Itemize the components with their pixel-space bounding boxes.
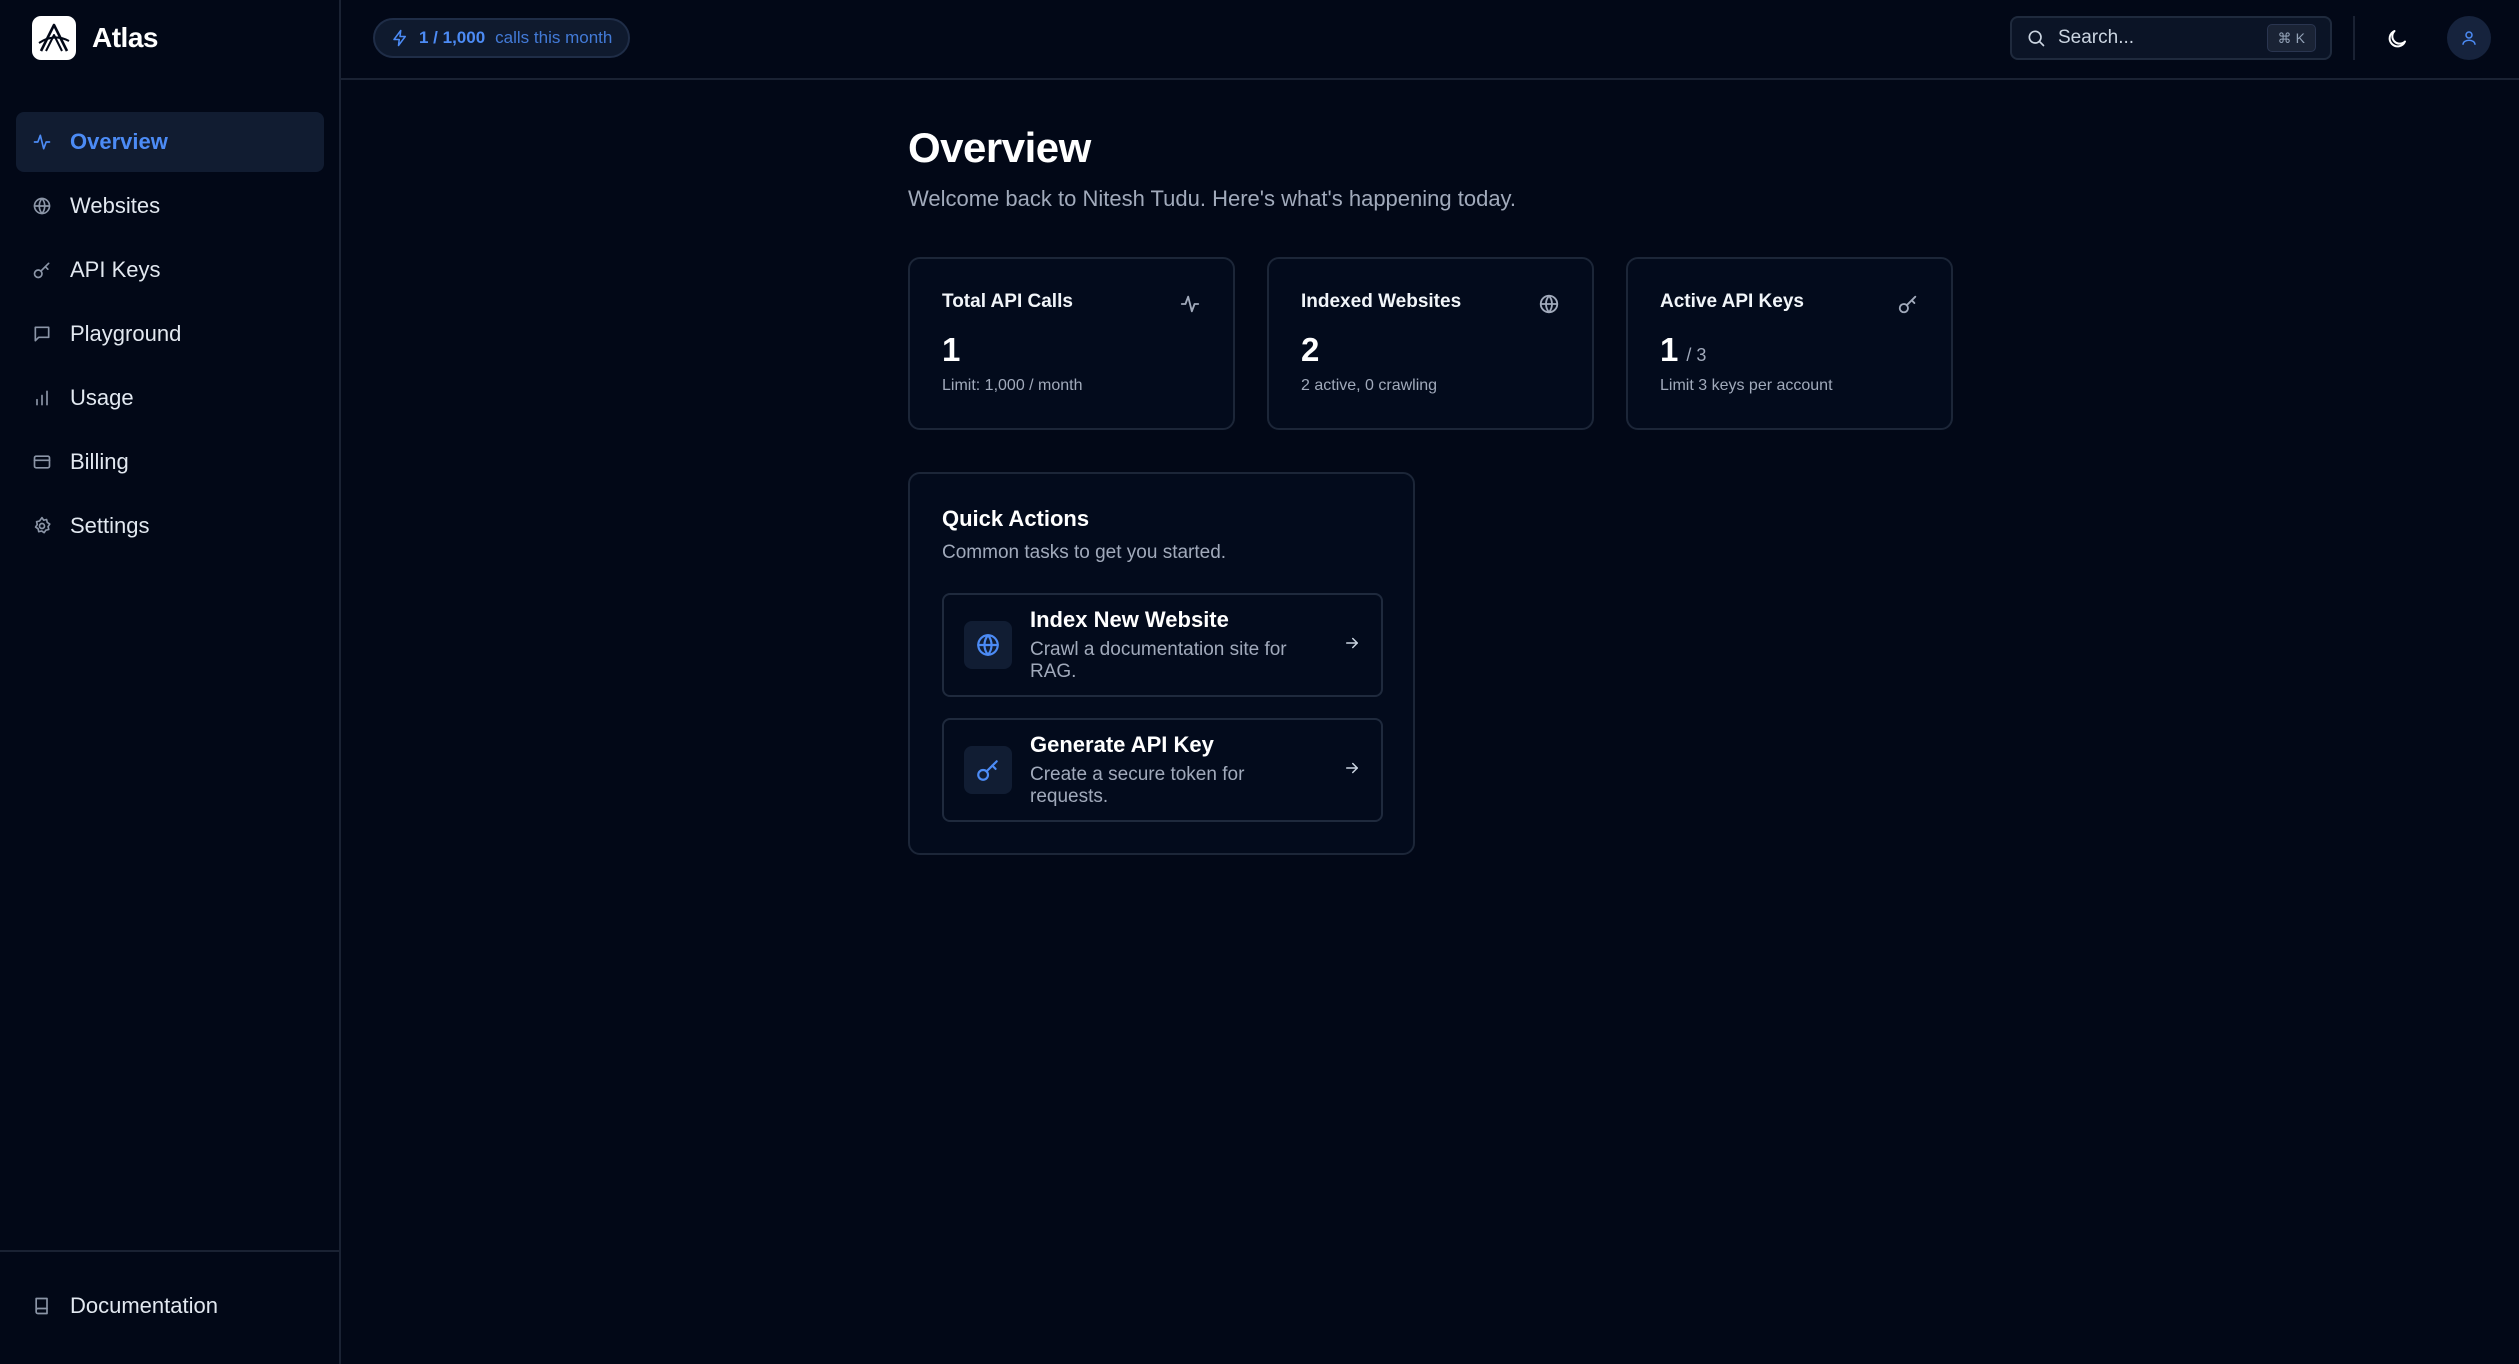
user-icon xyxy=(2462,31,2476,45)
sidebar-item-label: Usage xyxy=(70,385,134,410)
sidebar-nav: Overview Websites API Keys Playground Us… xyxy=(16,112,324,560)
sidebar-item-usage[interactable]: Usage xyxy=(16,368,324,428)
globe-icon xyxy=(1538,293,1560,315)
stat-title: Total API Calls xyxy=(942,291,1073,312)
index-new-website-button[interactable]: Index New Website Crawl a documentation … xyxy=(942,593,1383,697)
action-description: Crawl a documentation site for RAG. xyxy=(1030,639,1287,682)
message-square-icon xyxy=(32,324,52,344)
sidebar-item-api-keys[interactable]: API Keys xyxy=(16,240,324,300)
sidebar-item-label: API Keys xyxy=(70,257,161,282)
globe-icon xyxy=(32,196,52,216)
sidebar-item-documentation[interactable]: Documentation xyxy=(16,1276,324,1336)
k-key-label: K xyxy=(2295,30,2305,46)
stat-note: Limit: 1,000 / month xyxy=(942,377,1083,394)
activity-icon xyxy=(32,132,52,152)
quick-actions-subtitle: Common tasks to get you started. xyxy=(942,542,1227,563)
theme-toggle-button[interactable] xyxy=(2376,18,2418,60)
atlas-logo-icon xyxy=(32,16,76,60)
stat-number: 1 xyxy=(942,331,961,368)
lightning-icon xyxy=(393,29,406,47)
sidebar-item-label: Playground xyxy=(70,321,182,346)
app-root: Atlas Overview Websites API Keys Playgro… xyxy=(0,0,2519,1364)
stat-value: 1 / 3 xyxy=(1660,331,1919,369)
generate-api-key-button[interactable]: Generate API Key Create a secure token f… xyxy=(942,718,1383,822)
globe-icon xyxy=(964,621,1012,669)
sidebar-item-websites[interactable]: Websites xyxy=(16,176,324,236)
action-text: Index New Website Crawl a documentation … xyxy=(1030,607,1325,683)
action-title: Generate API Key xyxy=(1030,732,1214,757)
moon-icon xyxy=(2388,30,2406,48)
command-key-label: ⌘ xyxy=(2277,29,2292,46)
action-text: Generate API Key Create a secure token f… xyxy=(1030,732,1325,808)
stat-suffix: / 3 xyxy=(1686,345,1707,365)
stat-title: Indexed Websites xyxy=(1301,291,1462,312)
topbar-divider xyxy=(2353,16,2355,60)
stat-number: 2 xyxy=(1301,331,1320,368)
brand-name: Atlas xyxy=(92,22,158,53)
page-title: Overview xyxy=(908,124,1091,171)
sidebar-item-billing[interactable]: Billing xyxy=(16,432,324,492)
stat-title: Active API Keys xyxy=(1660,291,1804,312)
activity-icon xyxy=(1179,293,1201,315)
search-placeholder: Search... xyxy=(2058,27,2135,48)
stat-note: 2 active, 0 crawling xyxy=(1301,377,1438,394)
search-icon xyxy=(2028,30,2045,47)
main-content: Overview Welcome back to Nitesh Tudu. He… xyxy=(341,80,2519,1364)
key-icon xyxy=(964,746,1012,794)
action-description: Create a secure token for requests. xyxy=(1030,764,1245,807)
usage-badge[interactable]: 1 / 1,000 calls this month xyxy=(373,18,631,58)
stats-row: Total API Calls 1 Limit: 1,000 / month I… xyxy=(908,257,1953,430)
quick-actions-title: Quick Actions xyxy=(942,506,1090,531)
quick-actions-card: Quick Actions Common tasks to get you st… xyxy=(908,472,1415,855)
arrow-right-icon xyxy=(1343,634,1361,657)
topbar: 1 / 1,000 calls this month Search... ⌘ K xyxy=(341,0,2519,80)
stat-card-total-api-calls: Total API Calls 1 Limit: 1,000 / month xyxy=(908,257,1235,430)
brand[interactable]: Atlas xyxy=(32,16,158,60)
stat-number: 1 xyxy=(1660,331,1679,368)
usage-count: 1 / 1,000 xyxy=(419,28,486,47)
stat-value: 2 xyxy=(1301,331,1560,369)
sidebar-item-label: Settings xyxy=(70,513,150,538)
credit-card-icon xyxy=(32,452,52,472)
sidebar-item-settings[interactable]: Settings xyxy=(16,496,324,556)
search-shortcut-badge: ⌘ K xyxy=(2266,24,2316,52)
user-avatar-button[interactable] xyxy=(2447,16,2491,60)
usage-text: calls this month xyxy=(495,28,613,47)
sidebar: Atlas Overview Websites API Keys Playgro… xyxy=(0,0,341,1364)
bar-chart-icon xyxy=(32,388,52,408)
stat-value: 1 xyxy=(942,331,1201,369)
sidebar-item-label: Billing xyxy=(70,449,129,474)
book-icon xyxy=(32,1296,52,1316)
sidebar-item-label: Overview xyxy=(70,129,168,154)
key-icon xyxy=(1897,293,1919,315)
sidebar-item-label: Documentation xyxy=(70,1293,218,1318)
page-subtitle: Welcome back to Nitesh Tudu. Here's what… xyxy=(908,186,1517,211)
stat-card-indexed-websites: Indexed Websites 2 2 active, 0 crawling xyxy=(1267,257,1594,430)
sidebar-item-overview[interactable]: Overview xyxy=(16,112,324,172)
action-title: Index New Website xyxy=(1030,607,1229,632)
sidebar-item-playground[interactable]: Playground xyxy=(16,304,324,364)
stat-note: Limit 3 keys per account xyxy=(1660,377,1833,394)
arrow-right-icon xyxy=(1343,759,1361,782)
key-icon xyxy=(32,260,52,280)
stat-card-active-api-keys: Active API Keys 1 / 3 Limit 3 keys per a… xyxy=(1626,257,1953,430)
gear-icon xyxy=(32,516,52,536)
sidebar-item-label: Websites xyxy=(70,193,161,218)
search-input[interactable]: Search... ⌘ K xyxy=(2010,16,2332,60)
sidebar-footer: Documentation xyxy=(0,1250,341,1364)
